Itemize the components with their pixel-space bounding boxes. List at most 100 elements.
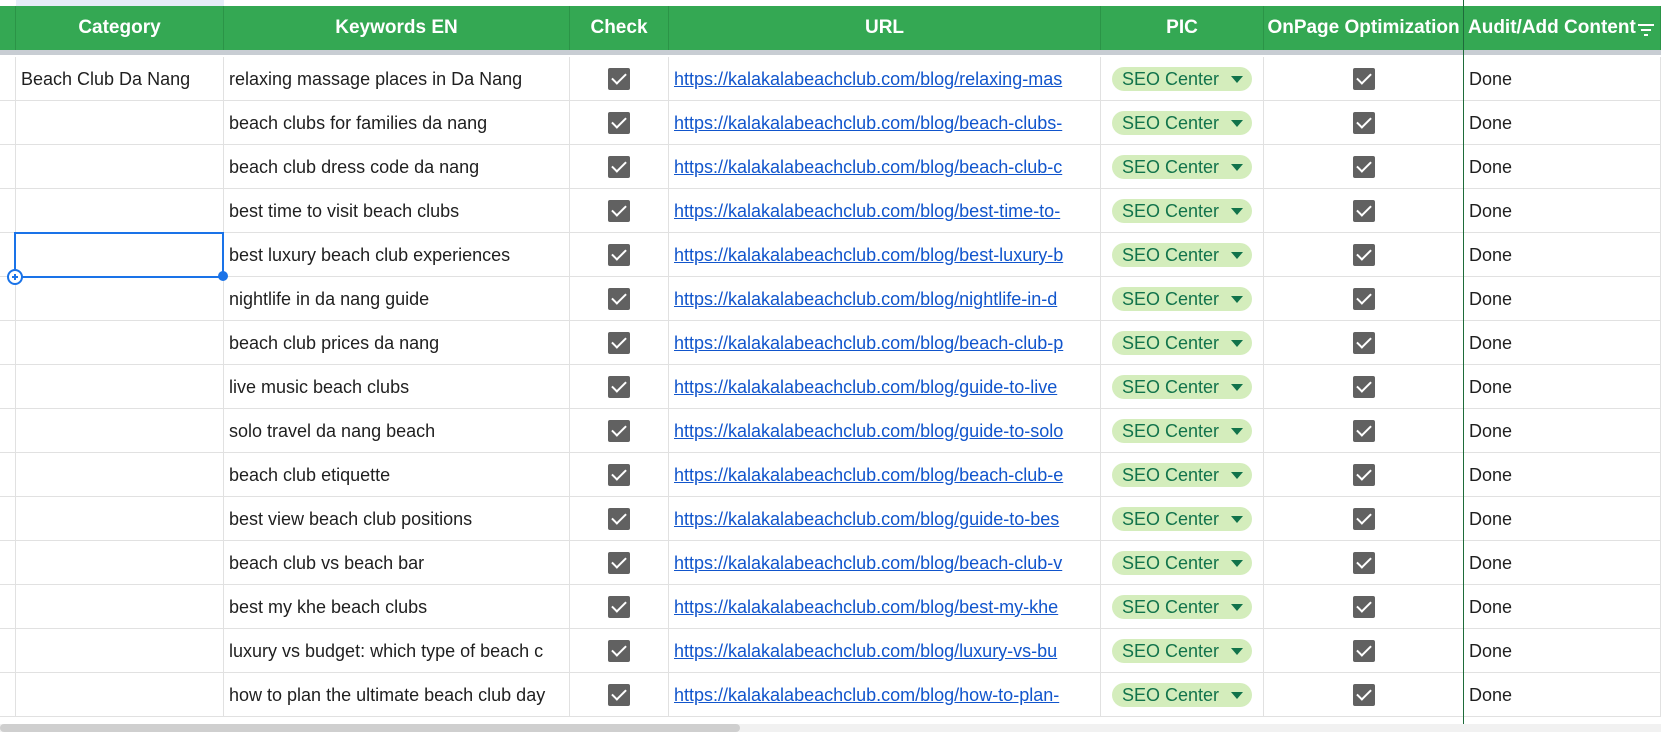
keyword-cell[interactable]: nightlife in da nang guide [224,277,570,321]
header-check[interactable]: Check [570,6,669,50]
check-cell[interactable] [570,57,669,101]
audit-cell[interactable]: Done [1464,57,1661,101]
keyword-cell[interactable]: best time to visit beach clubs [224,189,570,233]
pic-cell[interactable]: SEO Center [1101,365,1264,409]
url-link[interactable]: https://kalakalabeachclub.com/blog/how-t… [669,685,1059,706]
category-cell[interactable] [16,145,224,189]
check-checkbox[interactable] [608,640,630,662]
keyword-cell[interactable]: beach club etiquette [224,453,570,497]
onpage-cell[interactable] [1264,673,1464,717]
onpage-checkbox[interactable] [1352,288,1375,310]
check-cell[interactable] [570,277,669,321]
onpage-cell[interactable] [1264,145,1464,189]
pic-cell[interactable]: SEO Center [1101,145,1264,189]
category-cell[interactable] [16,321,224,365]
keyword-cell[interactable]: solo travel da nang beach [224,409,570,453]
audit-cell[interactable]: Done [1464,365,1661,409]
url-cell[interactable]: https://kalakalabeachclub.com/blog/luxur… [669,629,1101,673]
scrollbar-thumb[interactable] [0,724,740,732]
pic-cell[interactable]: SEO Center [1101,629,1264,673]
header-pic[interactable]: PIC [1101,6,1264,50]
category-cell[interactable] [16,673,224,717]
pic-cell[interactable]: SEO Center [1101,57,1264,101]
check-checkbox[interactable] [608,112,630,134]
onpage-checkbox[interactable] [1352,332,1375,354]
keyword-cell[interactable]: beach club vs beach bar [224,541,570,585]
url-cell[interactable]: https://kalakalabeachclub.com/blog/guide… [669,365,1101,409]
check-checkbox[interactable] [608,288,630,310]
url-cell[interactable]: https://kalakalabeachclub.com/blog/beach… [669,321,1101,365]
check-cell[interactable] [570,453,669,497]
url-cell[interactable]: https://kalakalabeachclub.com/blog/best-… [669,189,1101,233]
onpage-cell[interactable] [1264,409,1464,453]
check-cell[interactable] [570,585,669,629]
check-cell[interactable] [570,101,669,145]
url-cell[interactable]: https://kalakalabeachclub.com/blog/beach… [669,453,1101,497]
category-cell[interactable] [16,365,224,409]
url-cell[interactable]: https://kalakalabeachclub.com/blog/best-… [669,585,1101,629]
url-cell[interactable]: https://kalakalabeachclub.com/blog/beach… [669,145,1101,189]
onpage-checkbox[interactable] [1352,596,1375,618]
url-link[interactable]: https://kalakalabeachclub.com/blog/best-… [669,245,1063,266]
pic-dropdown-chip[interactable]: SEO Center [1111,331,1253,355]
check-cell[interactable] [570,541,669,585]
header-onpage[interactable]: OnPage Optimization [1264,6,1464,50]
pic-dropdown-chip[interactable]: SEO Center [1111,111,1253,135]
url-cell[interactable]: https://kalakalabeachclub.com/blog/guide… [669,497,1101,541]
onpage-checkbox[interactable] [1352,420,1375,442]
url-link[interactable]: https://kalakalabeachclub.com/blog/beach… [669,333,1063,354]
audit-cell[interactable]: Done [1464,233,1661,277]
header-keywords[interactable]: Keywords EN [224,6,570,50]
header-audit[interactable]: Audit/Add Content [1464,6,1661,50]
pic-cell[interactable]: SEO Center [1101,409,1264,453]
audit-cell[interactable]: Done [1464,629,1661,673]
audit-cell[interactable]: Done [1464,673,1661,717]
onpage-checkbox[interactable] [1352,684,1375,706]
onpage-cell[interactable] [1264,233,1464,277]
audit-cell[interactable]: Done [1464,145,1661,189]
onpage-cell[interactable] [1264,57,1464,101]
onpage-cell[interactable] [1264,321,1464,365]
url-cell[interactable]: https://kalakalabeachclub.com/blog/beach… [669,541,1101,585]
check-checkbox[interactable] [608,332,630,354]
check-checkbox[interactable] [608,200,630,222]
pic-cell[interactable]: SEO Center [1101,453,1264,497]
pic-dropdown-chip[interactable]: SEO Center [1111,595,1253,619]
onpage-cell[interactable] [1264,585,1464,629]
check-checkbox[interactable] [608,156,630,178]
pic-dropdown-chip[interactable]: SEO Center [1111,199,1253,223]
check-checkbox[interactable] [608,68,630,90]
check-checkbox[interactable] [608,596,630,618]
keyword-cell[interactable]: beach clubs for families da nang [224,101,570,145]
selection-fill-handle[interactable] [218,271,228,281]
keyword-cell[interactable]: best view beach club positions [224,497,570,541]
audit-cell[interactable]: Done [1464,189,1661,233]
url-cell[interactable]: https://kalakalabeachclub.com/blog/guide… [669,409,1101,453]
url-link[interactable]: https://kalakalabeachclub.com/blog/beach… [669,465,1063,486]
frozen-row-divider[interactable] [0,50,1661,55]
pic-cell[interactable]: SEO Center [1101,673,1264,717]
onpage-checkbox[interactable] [1352,640,1375,662]
category-cell[interactable] [16,409,224,453]
audit-cell[interactable]: Done [1464,497,1661,541]
header-category[interactable]: Category [16,6,224,50]
check-cell[interactable] [570,365,669,409]
keyword-cell[interactable]: best luxury beach club experiences [224,233,570,277]
url-cell[interactable]: https://kalakalabeachclub.com/blog/how-t… [669,673,1101,717]
audit-cell[interactable]: Done [1464,453,1661,497]
onpage-cell[interactable] [1264,497,1464,541]
url-link[interactable]: https://kalakalabeachclub.com/blog/luxur… [669,641,1057,662]
url-cell[interactable]: https://kalakalabeachclub.com/blog/night… [669,277,1101,321]
check-cell[interactable] [570,409,669,453]
pic-dropdown-chip[interactable]: SEO Center [1111,419,1253,443]
check-cell[interactable] [570,145,669,189]
pic-cell[interactable]: SEO Center [1101,277,1264,321]
url-cell[interactable]: https://kalakalabeachclub.com/blog/relax… [669,57,1101,101]
check-checkbox[interactable] [608,508,630,530]
url-link[interactable]: https://kalakalabeachclub.com/blog/relax… [669,69,1062,90]
check-cell[interactable] [570,233,669,277]
keyword-cell[interactable]: beach club prices da nang [224,321,570,365]
url-cell[interactable]: https://kalakalabeachclub.com/blog/beach… [669,101,1101,145]
onpage-checkbox[interactable] [1352,508,1375,530]
audit-cell[interactable]: Done [1464,277,1661,321]
